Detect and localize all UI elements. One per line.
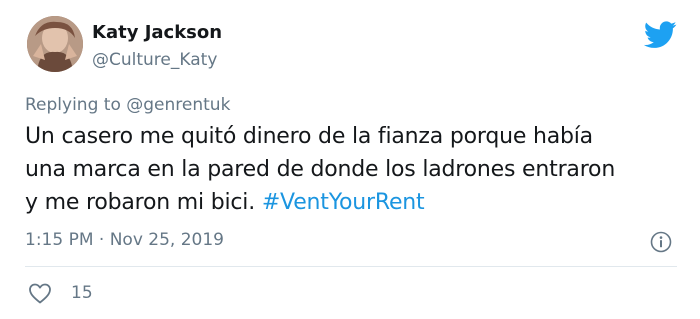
replying-to: Replying to @genrentuk [25,95,230,115]
replying-prefix: Replying to [25,95,127,115]
tweet-text-line: una marca en la pared de donde los ladro… [25,157,616,182]
heart-icon [28,282,52,304]
avatar[interactable] [27,16,83,72]
divider [25,266,677,267]
tweet-text-line: Un casero me quitó dinero de la fianza p… [25,124,593,149]
hashtag-link[interactable]: #VentYourRent [262,190,425,215]
tweet-text-line: y me robaron mi bici. #VentYourRent [25,186,685,219]
tweet-text-fragment: y me robaron mi bici. [25,190,262,215]
tweet-card: Katy Jackson @Culture_Katy Replying to @… [0,0,700,319]
info-icon[interactable] [650,231,672,253]
tweet-text: Un casero me quitó dinero de la fianza p… [25,120,685,219]
reply-mention-link[interactable]: @genrentuk [126,95,230,115]
like-button[interactable]: 15 [28,281,93,305]
like-count: 15 [71,283,93,303]
user-name[interactable]: Katy Jackson [92,22,222,43]
twitter-bird-icon[interactable] [643,21,677,49]
tweet-timestamp[interactable]: 1:15 PM · Nov 25, 2019 [25,230,224,250]
user-handle[interactable]: @Culture_Katy [92,50,217,70]
